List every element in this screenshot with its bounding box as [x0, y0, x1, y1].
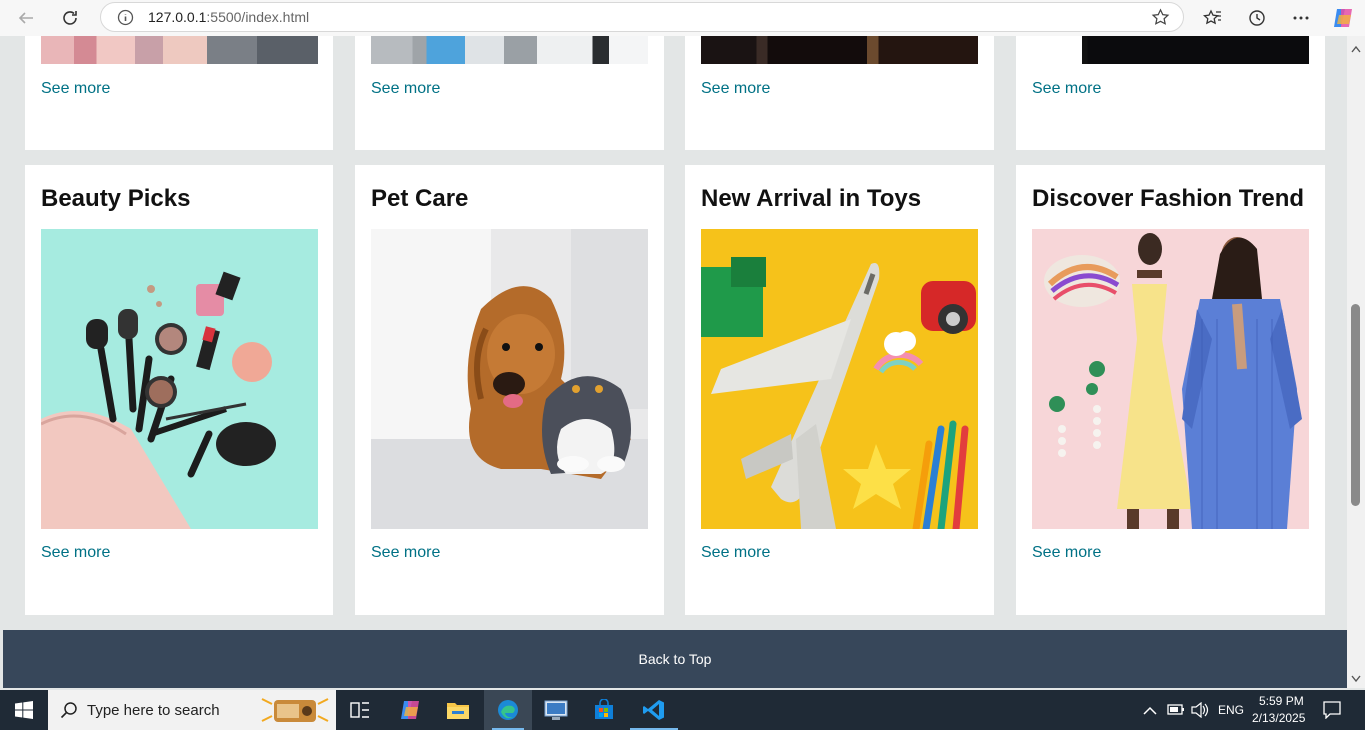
refresh-icon[interactable]	[58, 6, 82, 30]
card-title: Discover Fashion Trend	[1032, 185, 1305, 212]
see-more-link[interactable]: See more	[41, 80, 110, 98]
see-more-link[interactable]: See more	[41, 544, 110, 562]
see-more-link[interactable]: See more	[371, 544, 440, 562]
copilot-taskbar-icon[interactable]	[386, 690, 434, 730]
card-title: Beauty Picks	[41, 185, 191, 212]
beauty-image[interactable]	[41, 229, 318, 529]
url-host: 127.0.0.1	[148, 9, 207, 25]
favorites-icon[interactable]	[1201, 6, 1225, 30]
volume-icon[interactable]	[1191, 701, 1209, 723]
scroll-up-arrow-icon[interactable]	[1351, 40, 1361, 58]
back-to-top-button[interactable]: Back to Top	[3, 630, 1347, 688]
page-viewport: See more See more See more See more Beau…	[3, 36, 1347, 688]
taskbar-search-box[interactable]: Type here to search	[48, 690, 336, 730]
copilot-icon[interactable]	[1331, 6, 1355, 30]
toys-image[interactable]	[701, 229, 978, 529]
category-card-fashion: Discover Fashion Trend See more	[1016, 165, 1325, 615]
site-info-icon[interactable]	[117, 9, 134, 31]
see-more-link[interactable]: See more	[371, 80, 440, 98]
url-text: 127.0.0.1:5500/index.html	[148, 9, 309, 25]
category-image-partial	[1032, 36, 1309, 64]
category-image-partial	[701, 36, 978, 64]
battery-icon[interactable]	[1167, 702, 1185, 721]
favorite-star-icon[interactable]	[1151, 8, 1170, 32]
card-title: New Arrival in Toys	[701, 185, 922, 212]
search-placeholder: Type here to search	[87, 702, 220, 719]
see-more-link[interactable]: See more	[1032, 80, 1101, 98]
language-indicator[interactable]: ENG	[1218, 703, 1244, 717]
windows-taskbar: Type here to search ENG 5:59 PM 2/13/202…	[0, 690, 1365, 730]
show-hidden-icons-icon[interactable]	[1143, 703, 1157, 721]
see-more-link[interactable]: See more	[701, 544, 770, 562]
browser-toolbar: 127.0.0.1:5500/index.html	[0, 0, 1365, 36]
page-scrollbar[interactable]	[1347, 36, 1365, 688]
category-card-pet: Pet Care See more	[355, 165, 664, 615]
scrollbar-thumb[interactable]	[1351, 304, 1360, 506]
address-bar[interactable]: 127.0.0.1:5500/index.html	[100, 2, 1184, 32]
notifications-icon[interactable]	[1323, 701, 1341, 724]
category-image-partial	[41, 36, 318, 64]
history-icon[interactable]	[1245, 6, 1269, 30]
vscode-icon[interactable]	[630, 690, 678, 730]
back-to-top-label: Back to Top	[638, 651, 712, 667]
task-view-icon[interactable]	[336, 690, 384, 730]
see-more-link[interactable]: See more	[701, 80, 770, 98]
clock-time[interactable]: 5:59 PM	[1259, 694, 1304, 708]
fashion-image[interactable]	[1032, 229, 1309, 529]
url-path: :5500/index.html	[206, 9, 310, 25]
scroll-down-arrow-icon[interactable]	[1351, 670, 1361, 688]
see-more-link[interactable]: See more	[1032, 544, 1101, 562]
file-explorer-icon[interactable]	[434, 690, 482, 730]
category-image-partial	[371, 36, 648, 64]
windows-start-icon[interactable]	[0, 690, 48, 730]
category-card: See more	[685, 36, 994, 150]
category-card: See more	[25, 36, 333, 150]
clock-date[interactable]: 2/13/2025	[1252, 711, 1305, 725]
category-card-beauty: Beauty Picks See more	[25, 165, 333, 615]
back-arrow-icon[interactable]	[14, 6, 38, 30]
pet-image[interactable]	[371, 229, 648, 529]
category-card-toys: New Arrival in Toys See more	[685, 165, 994, 615]
search-icon	[60, 701, 78, 724]
more-options-icon[interactable]	[1289, 6, 1313, 30]
microsoft-store-icon[interactable]	[580, 690, 628, 730]
edge-browser-icon[interactable]	[484, 690, 532, 730]
remote-desktop-icon[interactable]	[532, 690, 580, 730]
category-card: See more	[355, 36, 664, 150]
category-card: See more	[1016, 36, 1325, 150]
card-title: Pet Care	[371, 185, 469, 212]
radio-widget-icon[interactable]	[260, 695, 330, 730]
